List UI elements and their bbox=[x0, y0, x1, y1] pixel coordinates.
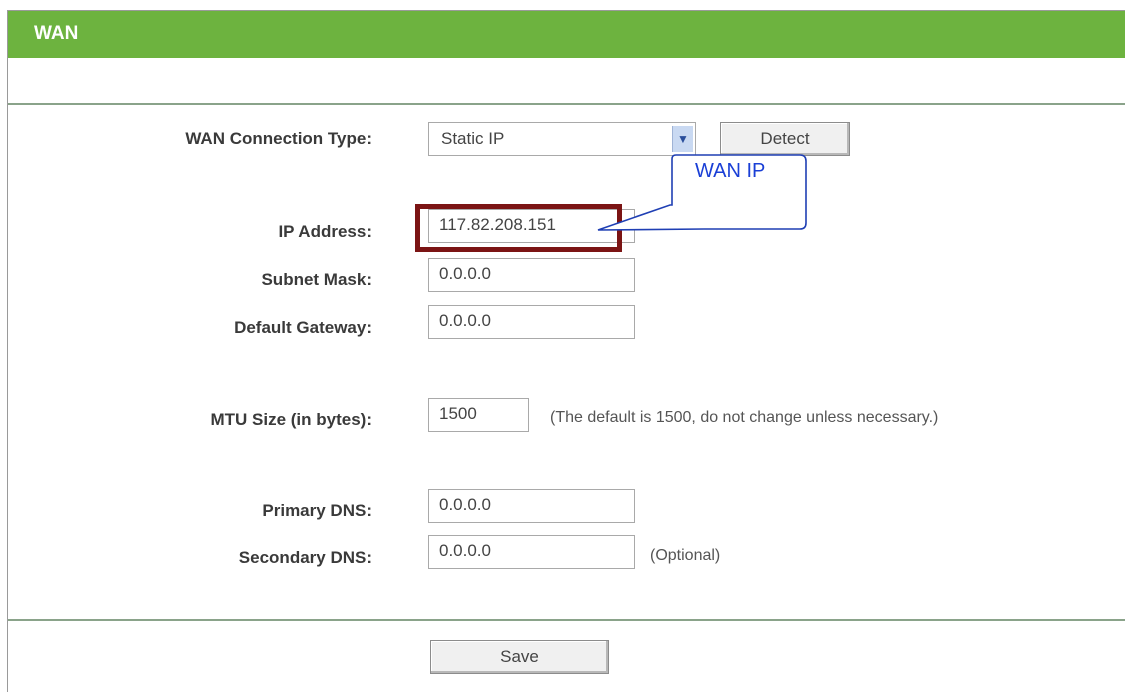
callout-bubble bbox=[597, 154, 807, 231]
wan-panel bbox=[7, 10, 1125, 692]
panel-title: WAN bbox=[34, 23, 79, 44]
connection-type-select[interactable]: Static IP ▼ bbox=[428, 122, 696, 156]
mtu-hint: (The default is 1500, do not change unle… bbox=[550, 409, 939, 426]
secondary-dns-label: Secondary DNS: bbox=[238, 548, 372, 567]
connection-type-label: WAN Connection Type: bbox=[185, 129, 372, 148]
chevron-down-icon[interactable]: ▼ bbox=[672, 126, 693, 152]
bottom-divider bbox=[8, 619, 1125, 621]
mtu-field[interactable]: 1500 bbox=[428, 398, 529, 432]
detect-button[interactable]: Detect bbox=[720, 122, 850, 156]
primary-dns-field[interactable]: 0.0.0.0 bbox=[428, 489, 635, 523]
mtu-label: MTU Size (in bytes): bbox=[210, 410, 372, 429]
subnet-mask-label: Subnet Mask: bbox=[261, 270, 372, 289]
callout-text: WAN IP bbox=[695, 160, 766, 182]
connection-type-value: Static IP bbox=[441, 129, 505, 148]
secondary-dns-field[interactable]: 0.0.0.0 bbox=[428, 535, 635, 569]
top-divider bbox=[8, 103, 1125, 105]
subnet-mask-field[interactable]: 0.0.0.0 bbox=[428, 258, 635, 292]
panel-title-bar: WAN bbox=[8, 11, 1125, 58]
ip-address-label: IP Address: bbox=[278, 222, 372, 241]
default-gateway-field[interactable]: 0.0.0.0 bbox=[428, 305, 635, 339]
save-button[interactable]: Save bbox=[430, 640, 609, 674]
optional-hint: (Optional) bbox=[650, 547, 721, 564]
primary-dns-label: Primary DNS: bbox=[262, 501, 372, 520]
default-gateway-label: Default Gateway: bbox=[234, 318, 372, 337]
